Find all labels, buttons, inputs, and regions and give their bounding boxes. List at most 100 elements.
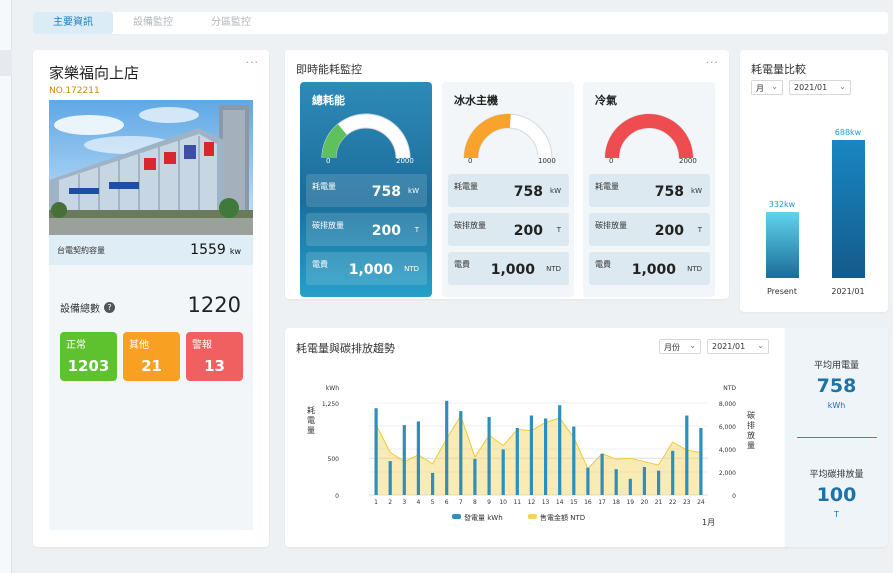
chart-bar (628, 478, 632, 495)
x-tick-label: 4 (417, 499, 421, 506)
y-tick-label: 500 (328, 456, 340, 463)
metric-value: 758 (654, 184, 684, 200)
tab-zone-monitor[interactable]: 分區監控 (193, 12, 269, 34)
chevron-down-icon: ⌄ (839, 82, 846, 91)
panel-title: 冷氣 (595, 94, 617, 107)
metric-row: 碳排放量 200 T (306, 213, 427, 246)
metric-label: 碳排放量 (595, 221, 627, 230)
x-tick-label: 18 (612, 499, 620, 506)
x-tick-label: 9 (487, 499, 491, 506)
chart-bar (431, 472, 435, 495)
chart-bar (515, 428, 519, 495)
devices-label: 設備總數? (60, 300, 115, 315)
avg-carbon-label: 平均碳排放量 (809, 470, 864, 480)
chart-bar (699, 428, 703, 495)
y2-axis-title: 碳 (747, 410, 755, 420)
bar-category-label: Present (766, 287, 797, 296)
gauge-max: 2000 (396, 157, 414, 165)
metric-unit: T (414, 226, 419, 234)
metric-label: 耗電量 (312, 182, 336, 191)
metric-value: 200 (513, 223, 543, 239)
x-tick-label: 14 (556, 499, 564, 506)
status-value: 21 (141, 357, 162, 375)
x-tick-label: 16 (584, 499, 592, 506)
y2-axis-title: 排 (747, 420, 755, 430)
status-alarm[interactable]: 警報 13 (186, 332, 243, 381)
y-tick-label: 0 (335, 493, 339, 500)
y2-tick-label: 4,000 (719, 447, 736, 454)
metric-value: 1,000 (348, 262, 393, 278)
energy-panel[interactable]: 冰水主機 0 1000 耗電量 758 kW 碳排放量 200 T 電費 1,000 NTD (442, 82, 574, 297)
panel-title: 冰水主機 (454, 94, 498, 107)
x-tick-label: 21 (655, 499, 663, 506)
chart-bar (402, 425, 406, 495)
gauge-fill (322, 124, 348, 159)
gauge-fill (605, 114, 693, 159)
compare-bar[interactable] (766, 211, 799, 278)
y-axis-title: 耗 (307, 406, 315, 415)
period-select[interactable]: 月 ⌄ (751, 80, 783, 95)
x-tick-label: 19 (626, 499, 634, 506)
energy-panel[interactable]: 總耗能 0 2000 耗電量 758 kW 碳排放量 200 T 電費 1,000 NTD (300, 82, 432, 297)
compare-bar[interactable] (832, 140, 865, 278)
gauge-max: 1000 (538, 157, 556, 165)
metric-unit: NTD (687, 265, 702, 273)
more-icon[interactable]: ··· (706, 56, 720, 69)
x-tick-label: 2 (388, 499, 392, 506)
realtime-energy-card: 即時能耗監控 ··· 總耗能 0 2000 耗電量 758 kW 碳排放量 200 T 電費 1,0… (285, 50, 729, 299)
chevron-down-icon: ⌄ (771, 82, 778, 91)
y-unit: kWh (326, 385, 339, 392)
tab-main-info[interactable]: 主要資訊 (33, 12, 113, 34)
chart-bar (445, 400, 449, 495)
realtime-title: 即時能耗監控 (296, 63, 362, 76)
metric-unit: T (697, 226, 702, 234)
metric-unit: kW (691, 187, 702, 195)
more-icon[interactable]: ··· (246, 56, 260, 69)
store-number: NO.172211 (49, 86, 100, 96)
metric-unit: NTD (404, 265, 419, 273)
left-sidebar (0, 0, 12, 573)
metric-value: 200 (371, 223, 401, 239)
y2-tick-label: 6,000 (719, 424, 736, 431)
status-label: 警報 (192, 340, 212, 351)
sidebar-item[interactable] (0, 50, 12, 76)
gauge (604, 113, 694, 159)
x-tick-label: 22 (669, 499, 677, 506)
status-value: 13 (204, 357, 225, 375)
chart-bar (600, 453, 604, 495)
main-tabs: 主要資訊 設備監控 分區監控 (33, 12, 888, 34)
trend-chart: 0 500 1,250 0 2,000 4,000 6,000 8,000 kWh NTD 耗電量 碳… (307, 385, 755, 527)
metric-label: 耗電量 (454, 182, 478, 191)
gauge-min: 0 (468, 157, 473, 165)
chart-bar (572, 426, 576, 495)
date-select[interactable]: 2021/01 ⌄ (789, 80, 851, 95)
status-other[interactable]: 其他 21 (123, 332, 180, 381)
chart-bar (685, 415, 689, 495)
metric-value: 1,000 (490, 262, 535, 278)
bar-value-label: 688kw (834, 128, 862, 138)
metric-label: 碳排放量 (312, 221, 344, 230)
store-card: ··· 家樂福向上店 NO.172211 台電契約容量 1559 kw 設備總數… (33, 50, 269, 547)
y2-axis-title: 量 (747, 441, 755, 450)
chart-bar (487, 417, 491, 495)
contract-capacity: 台電契約容量 1559 kw (49, 235, 253, 265)
chart-bar (473, 458, 477, 495)
metric-label: 耗電量 (595, 182, 619, 191)
x-tick-label: 17 (598, 499, 606, 506)
metric-unit: T (556, 226, 561, 234)
status-label: 其他 (129, 340, 149, 351)
x-tick-label: 15 (570, 499, 578, 506)
y-axis-title: 量 (307, 426, 315, 435)
energy-panel[interactable]: 冷氣 0 2000 耗電量 758 kW 碳排放量 200 T 電費 1,000 NTD (583, 82, 715, 297)
chart-bar (544, 418, 548, 495)
status-normal[interactable]: 正常 1203 (60, 332, 117, 381)
avg-consumption-value: 758 (816, 375, 857, 397)
tab-device-monitor[interactable]: 設備監控 (115, 12, 191, 34)
metric-unit: kW (408, 187, 419, 195)
help-icon[interactable]: ? (104, 302, 115, 313)
y-tick-label: 1,250 (322, 401, 339, 408)
metric-row: 電費 1,000 NTD (306, 252, 427, 285)
x-tick-label: 1 (374, 499, 378, 506)
metric-row: 電費 1,000 NTD (448, 252, 569, 285)
metric-value: 758 (513, 184, 543, 200)
